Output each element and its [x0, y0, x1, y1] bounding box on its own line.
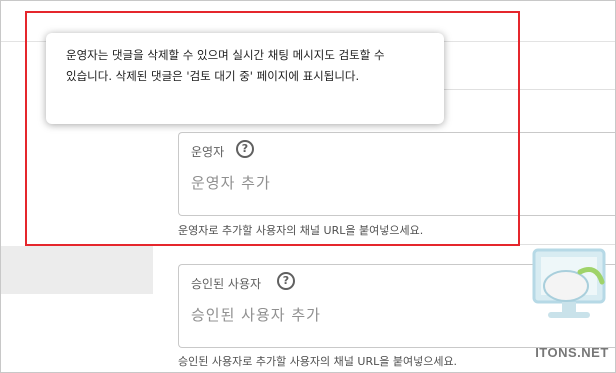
monitor-neck: [562, 302, 576, 312]
watermark-text: ITONS.NET: [535, 345, 609, 360]
monitor-mouse-logo-icon: [532, 248, 606, 318]
help-circle-icon[interactable]: ?: [277, 272, 295, 290]
help-circle-icon[interactable]: ?: [236, 140, 254, 158]
monitor-base: [548, 312, 590, 318]
mouse-shape: [543, 270, 589, 302]
moderators-hint: 운영자로 추가할 사용자의 채널 URL을 붙여넣으세요.: [178, 224, 424, 237]
moderators-input[interactable]: [191, 174, 591, 192]
moderators-label: 운영자: [191, 145, 225, 159]
moderator-help-tooltip: 운영자는 댓글을 삭제할 수 있으며 실시간 채팅 메시지도 검토할 수 있습니…: [46, 33, 444, 124]
approved-users-label: 승인된 사용자: [191, 277, 262, 291]
sidebar-selected-band: [1, 246, 153, 294]
approved-users-hint: 승인된 사용자로 추가할 사용자의 채널 URL을 붙여넣으세요.: [178, 355, 458, 368]
moderators-field[interactable]: 운영자 ?: [178, 132, 615, 216]
